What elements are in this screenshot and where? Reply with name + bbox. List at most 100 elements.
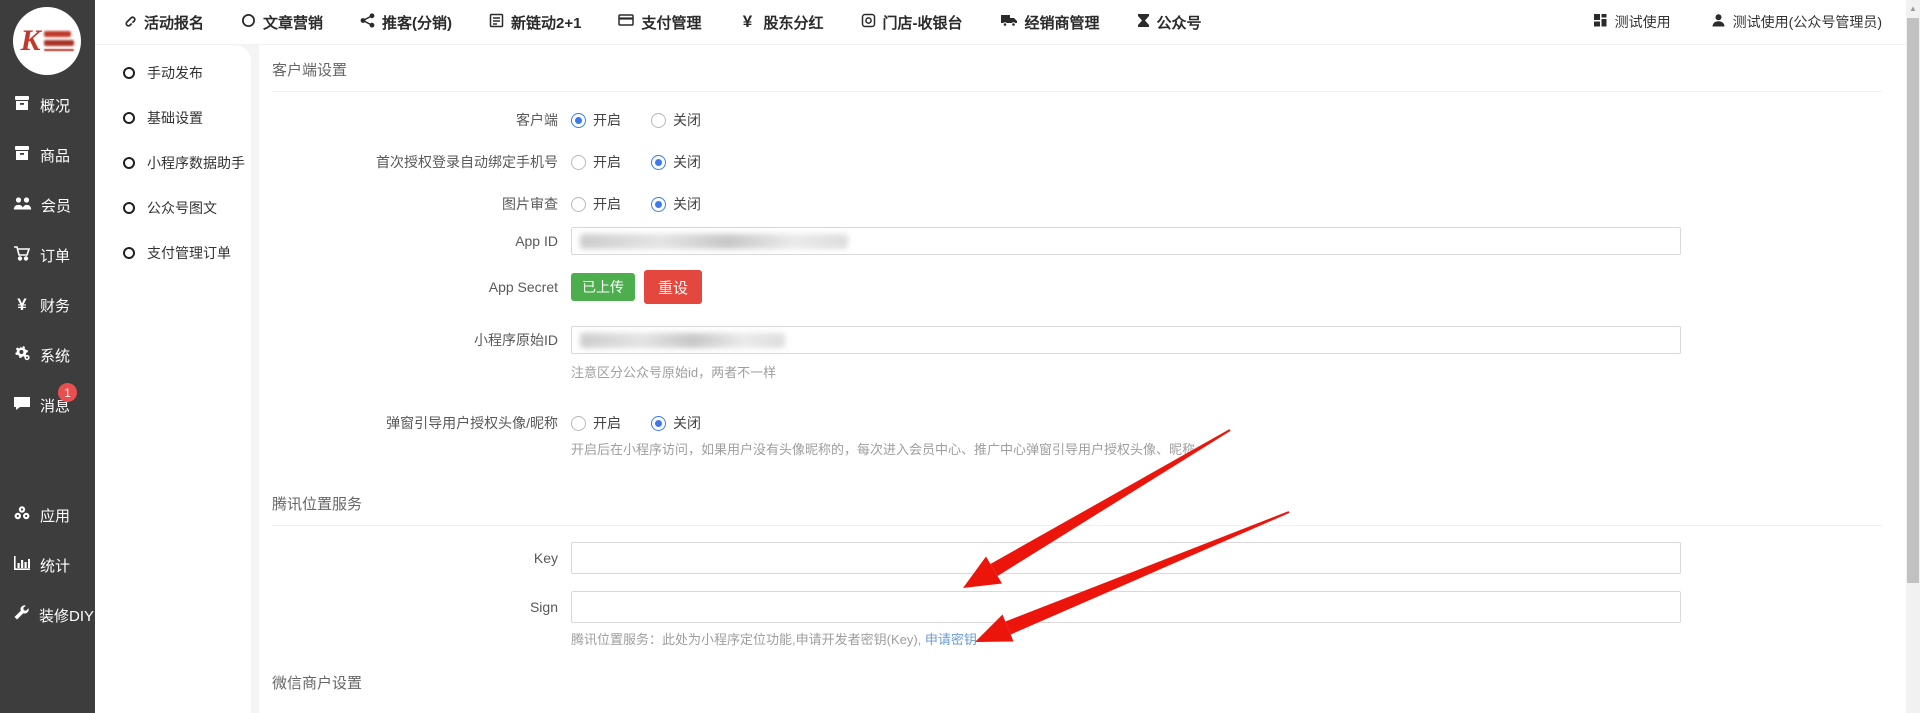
brand-logo[interactable]: K bbox=[13, 7, 81, 75]
sidebar-label: 应用 bbox=[40, 505, 70, 526]
sidebar-label: 统计 bbox=[40, 555, 70, 576]
scrollbar-thumb[interactable] bbox=[1907, 18, 1919, 583]
nav-item-new-chain[interactable]: 新链动2+1 bbox=[489, 12, 581, 33]
form-row-bind-phone: 首次授权登录自动绑定手机号 开启 关闭 bbox=[272, 152, 1882, 172]
sidebar-label: 系统 bbox=[40, 345, 70, 366]
sign-input[interactable] bbox=[571, 591, 1681, 623]
nav-label: 门店-收银台 bbox=[883, 12, 963, 33]
nav-label: 文章营销 bbox=[263, 12, 323, 33]
hourglass-icon bbox=[1137, 13, 1150, 32]
sidebar-item-decorate-diy[interactable]: 装修DIY bbox=[0, 590, 95, 640]
nav-label: 推客(分销) bbox=[382, 12, 452, 33]
subnav-item-basic-settings[interactable]: 基础设置 bbox=[95, 95, 251, 140]
radio-selected-icon[interactable] bbox=[571, 113, 586, 128]
form-row-avatar-popup: 弹窗引导用户授权头像/昵称 开启 关闭 bbox=[272, 413, 1882, 433]
top-navbar: 活动报名 文章营销 推客(分销) 新链动2+1 支付管理 ¥ 股东分红 门店-收… bbox=[95, 0, 1906, 45]
sidebar-item-finance[interactable]: ¥ 财务 bbox=[0, 280, 95, 330]
section-title-client-settings: 客户端设置 bbox=[272, 61, 1882, 81]
form-row-key: Key bbox=[272, 542, 1882, 574]
apps-icon bbox=[13, 505, 31, 525]
original-id-help: 注意区分公众号原始id，两者不一样 bbox=[571, 362, 1882, 381]
radio-selected-icon[interactable] bbox=[651, 197, 666, 212]
nav-item-test-use[interactable]: 测试使用 bbox=[1593, 12, 1671, 32]
form-row-app-id: App ID bbox=[272, 227, 1882, 255]
form-row-sign: Sign bbox=[272, 591, 1882, 623]
store-icon bbox=[861, 13, 876, 32]
circle-icon bbox=[241, 13, 256, 32]
radio-bindphone-off[interactable]: 关闭 bbox=[651, 152, 701, 172]
original-id-input[interactable] bbox=[571, 326, 1681, 354]
main-sidebar: K 概况 商品 会员 订单 ¥ 财务 系统 消息 1 bbox=[0, 0, 95, 713]
subnav-label: 小程序数据助手 bbox=[147, 153, 245, 173]
sidebar-item-apps[interactable]: 应用 bbox=[0, 490, 95, 540]
radio-bindphone-on[interactable]: 开启 bbox=[571, 152, 621, 172]
sidebar-item-products[interactable]: 商品 bbox=[0, 130, 95, 180]
field-label: App ID bbox=[272, 233, 558, 249]
chart-icon bbox=[13, 555, 31, 575]
subnav-label: 支付管理订单 bbox=[147, 243, 231, 263]
subnav-item-official-account-articles[interactable]: 公众号图文 bbox=[95, 185, 251, 230]
field-label: 客户端 bbox=[272, 110, 558, 130]
section-title-wechat-merchant: 微信商户设置 bbox=[272, 674, 1882, 694]
navbar-right: 测试使用 测试使用(公众号管理员) bbox=[1553, 12, 1882, 32]
radio-icon[interactable] bbox=[571, 416, 586, 431]
radio-icon[interactable] bbox=[571, 197, 586, 212]
radio-imagereview-on[interactable]: 开启 bbox=[571, 194, 621, 214]
field-label: 图片审查 bbox=[272, 194, 558, 214]
sidebar-item-members[interactable]: 会员 bbox=[0, 180, 95, 230]
sidebar-item-system[interactable]: 系统 bbox=[0, 330, 95, 380]
truck-icon bbox=[1000, 13, 1018, 31]
key-input[interactable] bbox=[571, 542, 1681, 574]
field-label: App Secret bbox=[272, 279, 558, 295]
circle-o-icon bbox=[123, 112, 135, 124]
nav-item-shareholder-dividend[interactable]: ¥ 股东分红 bbox=[739, 12, 824, 33]
radio-client-off[interactable]: 关闭 bbox=[651, 110, 701, 130]
radio-imagereview-off[interactable]: 关闭 bbox=[651, 194, 701, 214]
scroll-up-arrow[interactable]: ▲ bbox=[1906, 0, 1920, 16]
avatar-popup-help: 开启后在小程序访问，如果用户没有头像昵称的，每次进入会员中心、推广中心弹窗引导用… bbox=[571, 439, 1882, 458]
radio-avatarpopup-off[interactable]: 关闭 bbox=[651, 413, 701, 433]
card-icon bbox=[618, 13, 634, 31]
nav-item-payment-mgmt[interactable]: 支付管理 bbox=[618, 12, 701, 33]
radio-selected-icon[interactable] bbox=[651, 416, 666, 431]
nav-item-account-admin[interactable]: 测试使用(公众号管理员) bbox=[1711, 12, 1882, 32]
link-icon bbox=[121, 12, 137, 32]
subnav-item-miniprogram-data-assistant[interactable]: 小程序数据助手 bbox=[95, 140, 251, 185]
apply-key-link[interactable]: 申请密钥 bbox=[925, 632, 977, 647]
radio-client-on[interactable]: 开启 bbox=[571, 110, 621, 130]
subnav-item-payment-orders[interactable]: 支付管理订单 bbox=[95, 230, 251, 275]
sidebar-label: 订单 bbox=[40, 245, 70, 266]
nav-item-store-cashier[interactable]: 门店-收银台 bbox=[861, 12, 963, 33]
sidebar-label: 装修DIY bbox=[39, 605, 94, 626]
nav-item-official-account[interactable]: 公众号 bbox=[1137, 12, 1202, 33]
app-id-input[interactable] bbox=[571, 227, 1681, 255]
sidebar-label: 财务 bbox=[40, 295, 70, 316]
form-row-original-id: 小程序原始ID bbox=[272, 326, 1882, 354]
redacted-value bbox=[580, 333, 785, 348]
section-divider bbox=[272, 525, 1882, 526]
circle-o-icon bbox=[123, 157, 135, 169]
reset-button[interactable]: 重设 bbox=[644, 270, 702, 304]
radio-icon[interactable] bbox=[571, 155, 586, 170]
sidebar-item-messages[interactable]: 消息 1 bbox=[0, 380, 95, 430]
sidebar-item-statistics[interactable]: 统计 bbox=[0, 540, 95, 590]
nav-item-activity-signup[interactable]: 活动报名 bbox=[121, 12, 204, 33]
radio-icon[interactable] bbox=[651, 113, 666, 128]
field-label: Sign bbox=[272, 599, 558, 615]
uploaded-button[interactable]: 已上传 bbox=[571, 273, 635, 301]
comment-icon bbox=[13, 395, 31, 415]
circle-o-icon bbox=[123, 247, 135, 259]
vertical-scrollbar[interactable]: ▲ bbox=[1906, 0, 1920, 713]
radio-avatarpopup-on[interactable]: 开启 bbox=[571, 413, 621, 433]
sidebar-label: 会员 bbox=[41, 195, 71, 216]
sidebar-item-overview[interactable]: 概况 bbox=[0, 80, 95, 130]
nav-item-promoter[interactable]: 推客(分销) bbox=[360, 12, 452, 33]
subnav-item-manual-publish[interactable]: 手动发布 bbox=[95, 50, 251, 95]
sidebar-item-orders[interactable]: 订单 bbox=[0, 230, 95, 280]
nav-item-article-marketing[interactable]: 文章营销 bbox=[241, 12, 323, 33]
nav-item-distributor-mgmt[interactable]: 经销商管理 bbox=[1000, 12, 1100, 33]
logo-text-lines bbox=[44, 31, 74, 51]
form-row-app-secret: App Secret 已上传 重设 bbox=[272, 270, 1882, 304]
sidebar-menu: 概况 商品 会员 订单 ¥ 财务 系统 消息 1 应用 bbox=[0, 80, 95, 640]
radio-selected-icon[interactable] bbox=[651, 155, 666, 170]
